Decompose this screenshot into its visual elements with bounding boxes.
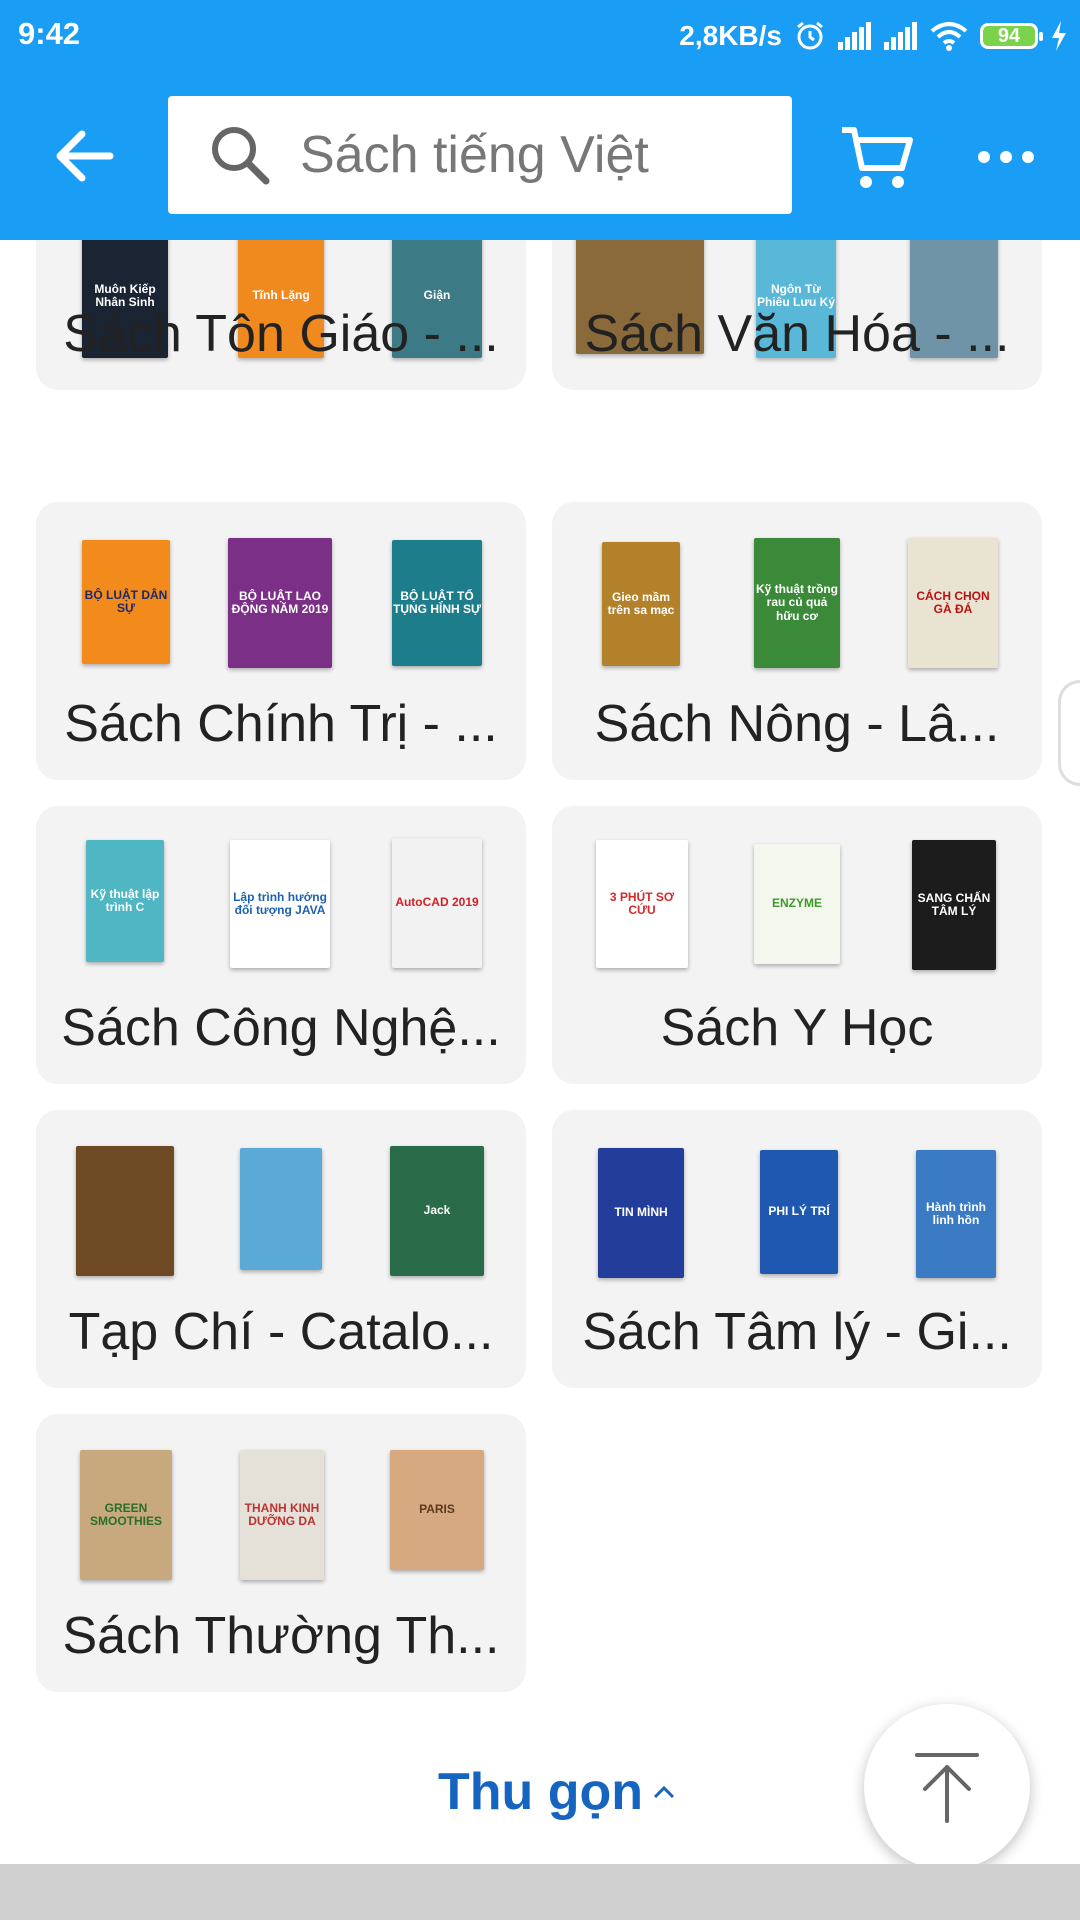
more-options-icon[interactable] [976,132,1036,182]
cover-title: BỘ LUẬT LAO ĐỘNG NĂM 2019 [231,588,329,616]
cover-title: Jack [423,1203,451,1218]
status-icons: 2,8KB/s 94 [679,16,1068,56]
cover-title: PARIS [419,1502,455,1517]
cover-title: CÁCH CHỌN GÀ ĐÁ [916,588,990,616]
book-cover: ENZYME [754,844,840,964]
collapse-link[interactable]: Thu gọn [438,1762,675,1822]
status-bar: 9:42 2,8KB/s 94 [0,0,1080,72]
category-label: Sách Y Học [660,999,934,1057]
arrow-up-icon [915,1753,979,1823]
status-time: 9:42 [18,16,81,51]
category-label: Tạp Chí - Catalo... [68,1303,494,1361]
cover-title: 3 PHÚT SƠ CỨU [609,889,675,917]
category-card-religion[interactable]: Muôn Kiếp Nhân Sinh Tĩnh Lặng Giận Sách … [36,240,526,390]
cover-row: TIN MÌNH PHI LÝ TRÍ Hành trình linh hồn [552,1110,1042,1278]
scroll-to-top-button[interactable] [864,1704,1030,1870]
cover-title: Lập trình hướng đối tượng JAVA [233,889,327,917]
cart-icon[interactable] [838,118,918,198]
category-label: Sách Văn Hóa - ... [584,305,1010,363]
back-arrow-icon[interactable] [48,120,120,192]
cover-row: Jack [36,1110,526,1276]
search-box[interactable] [168,96,792,214]
app-bar [0,72,1080,240]
category-label: Sách Chính Trị - ... [64,695,498,753]
book-cover: Kỹ thuật lập trình C [86,840,164,962]
category-card-politics[interactable]: BỘ LUẬT DÂN SỰ BỘ LUẬT LAO ĐỘNG NĂM 2019… [36,502,526,780]
category-card-psychology[interactable]: TIN MÌNH PHI LÝ TRÍ Hành trình linh hồn … [552,1110,1042,1388]
cover-title: Tĩnh Lặng [252,288,310,303]
category-card-technology[interactable]: Kỹ thuật lập trình C Lập trình hướng đối… [36,806,526,1084]
signal-icon-2 [884,22,917,50]
cover-title: Kỹ thuật trồng rau củ quả hữu cơ [756,582,838,623]
collapse-label: Thu gọn [438,1763,644,1821]
category-label: Sách Công Nghệ... [61,999,501,1057]
category-label: Sách Tâm lý - Gi... [582,1303,1012,1361]
wifi-icon [930,22,968,51]
book-cover: 3 PHÚT SƠ CỨU [596,840,688,968]
cover-row: GREEN SMOOTHIES THANH KINH DƯỠNG DA PARI… [36,1414,526,1580]
battery-level: 94 [997,24,1021,47]
book-cover: BỘ LUẬT DÂN SỰ [82,540,170,664]
category-grid: Muôn Kiếp Nhân Sinh Tĩnh Lặng Giận Sách … [0,240,1080,1880]
cover-title: TIN MÌNH [614,1205,668,1220]
book-cover: GREEN SMOOTHIES [80,1450,172,1580]
search-icon [212,127,270,185]
book-cover: AutoCAD 2019 [392,838,482,968]
cover-row: Gieo mầm trên sa mạc Kỹ thuật trồng rau … [552,502,1042,668]
book-cover: Gieo mầm trên sa mạc [602,542,680,666]
cover-title: PHI LÝ TRÍ [768,1204,830,1219]
category-label: Sách Nông - Lâ... [594,695,1000,753]
cover-title: Gieo mầm trên sa mạc [607,589,675,617]
network-speed: 2,8KB/s [679,20,782,51]
search-input[interactable] [298,124,782,186]
book-cover: TIN MÌNH [598,1148,684,1278]
cover-title: SANG CHẤN TÂM LÝ [917,890,991,918]
category-card-magazines[interactable]: Jack Tạp Chí - Catalo... [36,1110,526,1388]
cover-title: Kỹ thuật lập trình C [90,886,160,914]
signal-icon [838,22,871,50]
book-cover: Lập trình hướng đối tượng JAVA [230,840,330,968]
category-card-medicine[interactable]: 3 PHÚT SƠ CỨU ENZYME SANG CHẤN TÂM LÝ Sá… [552,806,1042,1084]
cover-row: 3 PHÚT SƠ CỨU ENZYME SANG CHẤN TÂM LÝ [552,806,1042,970]
book-cover [240,1148,322,1270]
book-cover: Hành trình linh hồn [916,1150,996,1278]
book-cover: PHI LÝ TRÍ [760,1150,838,1274]
bottom-divider [0,1864,1080,1920]
category-label: Sách Thường Th... [62,1607,500,1665]
category-label: Sách Tôn Giáo - ... [63,305,499,363]
cover-row: Kỹ thuật lập trình C Lập trình hướng đối… [36,806,526,968]
book-cover: Jack [390,1146,484,1276]
cover-title: Hành trình linh hồn [926,1199,986,1227]
alarm-icon [797,21,823,50]
cover-title: AutoCAD 2019 [395,895,479,910]
category-card-general[interactable]: GREEN SMOOTHIES THANH KINH DƯỠNG DA PARI… [36,1414,526,1692]
book-cover: BỘ LUẬT TỐ TỤNG HÌNH SỰ [392,540,482,666]
charging-icon [1052,21,1066,51]
cover-title: BỘ LUẬT DÂN SỰ [84,587,168,615]
book-cover: SANG CHẤN TÂM LÝ [912,840,996,970]
book-cover [76,1146,174,1276]
battery-indicator: 94 [980,23,1043,49]
category-card-agriculture[interactable]: Gieo mầm trên sa mạc Kỹ thuật trồng rau … [552,502,1042,780]
book-cover: BỘ LUẬT LAO ĐỘNG NĂM 2019 [228,538,332,668]
scroll-handle[interactable] [1058,680,1080,786]
cover-title: THANH KINH DƯỠNG DA [244,1500,320,1528]
book-cover: THANH KINH DƯỠNG DA [240,1450,324,1580]
book-cover: CÁCH CHỌN GÀ ĐÁ [908,538,998,668]
book-cover: Kỹ thuật trồng rau củ quả hữu cơ [754,538,840,668]
cover-title: ENZYME [771,896,822,911]
chevron-up-icon [653,1785,675,1799]
book-cover: PARIS [390,1450,484,1570]
category-card-culture[interactable]: Ngôn Từ Phiêu Lưu Ký Sách Văn Hóa - ... [552,240,1042,390]
cover-row: BỘ LUẬT DÂN SỰ BỘ LUẬT LAO ĐỘNG NĂM 2019… [36,502,526,668]
cover-title: GREEN SMOOTHIES [89,1500,162,1528]
cover-title: Giận [423,288,451,303]
cover-title: BỘ LUẬT TỐ TỤNG HÌNH SỰ [393,588,481,616]
